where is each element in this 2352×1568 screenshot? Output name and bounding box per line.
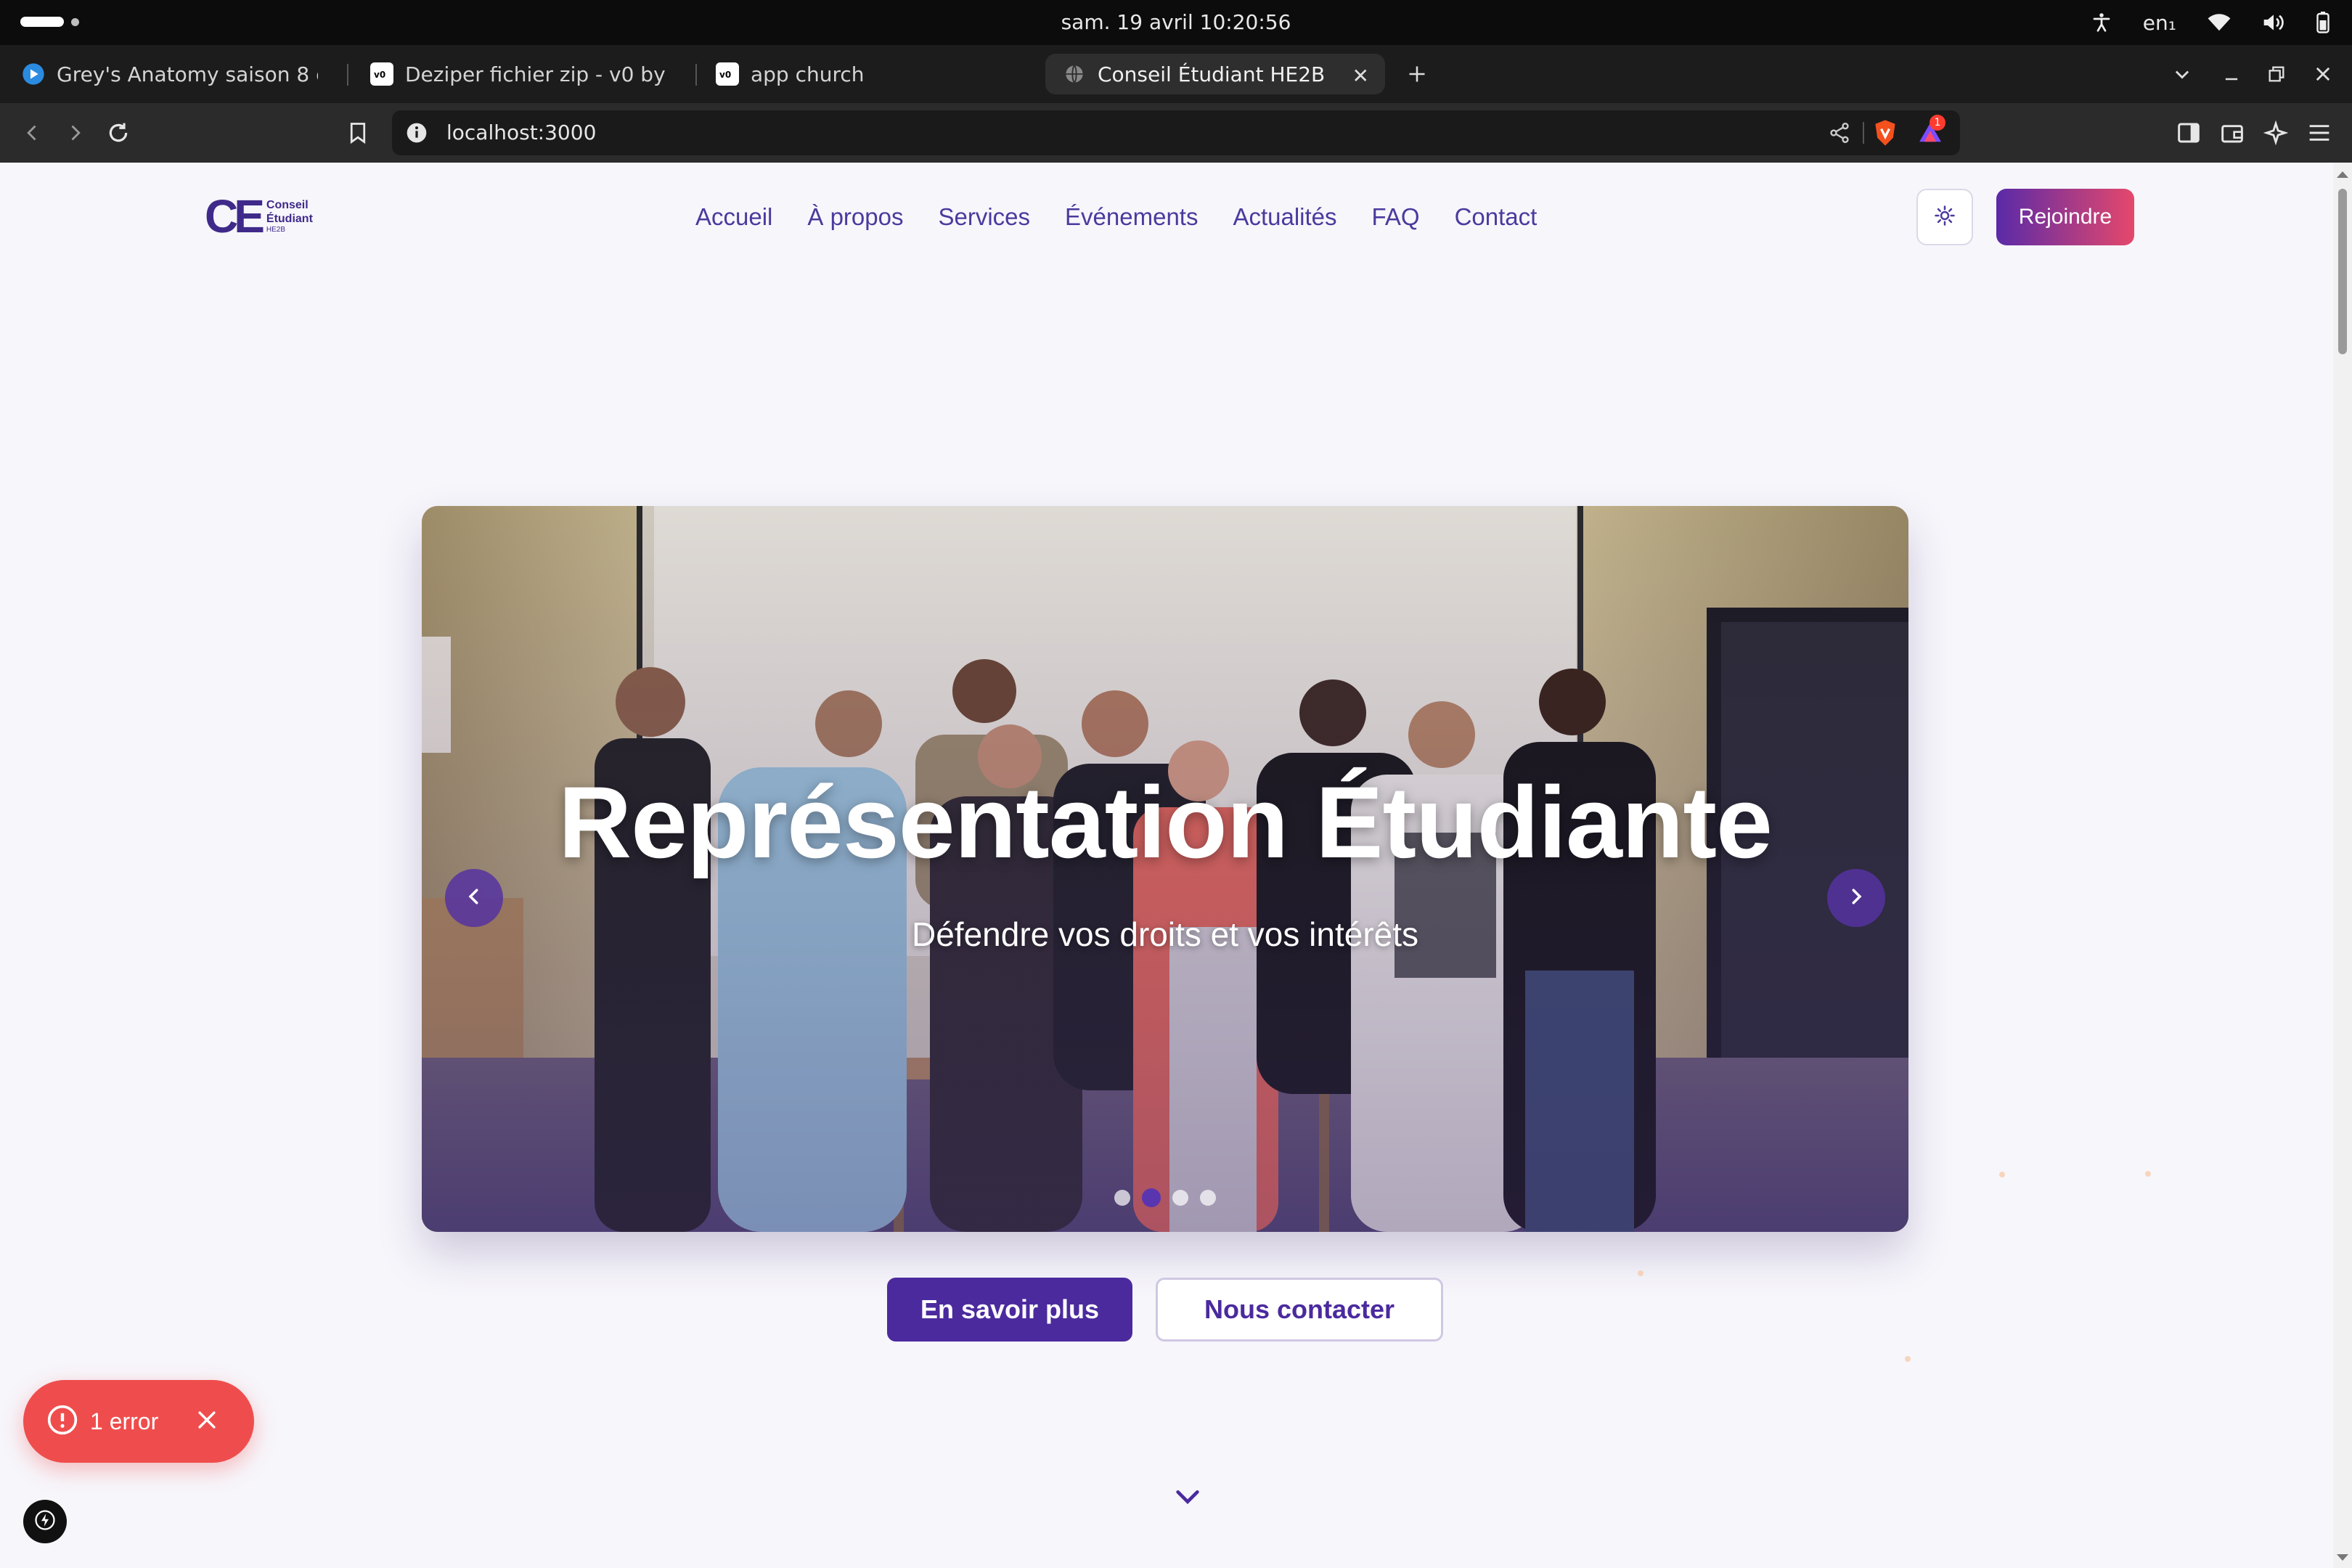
share-icon[interactable]	[1828, 121, 1851, 147]
v0-logo-icon: v0	[370, 62, 393, 86]
error-toast[interactable]: 1 error	[23, 1380, 254, 1463]
close-window-icon[interactable]	[2308, 60, 2337, 89]
accessibility-icon[interactable]	[2091, 12, 2112, 33]
hero-title: Représentation Étudiante	[558, 765, 1773, 879]
back-icon[interactable]	[17, 118, 48, 148]
svg-text:v0: v0	[719, 70, 731, 80]
browser-tab-strip: Grey's Anatomy saison 8 épi v0 Deziper f…	[0, 45, 2352, 103]
tab-separator	[347, 64, 348, 86]
nav-services[interactable]: Services	[938, 199, 1030, 235]
tab-conseil-etudiant[interactable]: Conseil Étudiant HE2B ✕	[1045, 54, 1385, 94]
new-tab-icon[interactable]	[1402, 60, 1432, 89]
contact-us-button[interactable]: Nous contacter	[1156, 1278, 1443, 1342]
bookmark-icon[interactable]	[343, 118, 373, 148]
carousel-next-button[interactable]	[1827, 869, 1885, 927]
logo-line-3: HE2B	[266, 226, 286, 234]
theme-toggle-button[interactable]	[1916, 189, 1973, 245]
carousel-prev-button[interactable]	[445, 869, 503, 927]
svg-text:v0: v0	[374, 70, 385, 80]
join-button[interactable]: Rejoindre	[1996, 189, 2134, 245]
notification-count: 1	[1930, 115, 1945, 131]
tab-separator	[695, 64, 697, 86]
nav-faq[interactable]: FAQ	[1372, 199, 1420, 235]
chevron-left-icon	[463, 886, 485, 910]
tab-deziper[interactable]: v0 Deziper fichier zip - v0 by Ve	[353, 54, 684, 94]
hero-subtitle: Défendre vos droits et vos intérêts	[912, 915, 1418, 953]
hero-carousel: Représentation Étudiante Défendre vos dr…	[422, 506, 1908, 1232]
tab-title: Deziper fichier zip - v0 by Ve	[405, 62, 666, 86]
tab-app-church[interactable]: v0 app church	[698, 54, 1029, 94]
sidebar-toggle-icon[interactable]	[2173, 118, 2204, 148]
site-logo[interactable]: CE Conseil Étudiant HE2B	[205, 193, 313, 240]
lightning-icon	[34, 1509, 56, 1534]
nav-evenements[interactable]: Événements	[1065, 199, 1198, 235]
browser-toolbar: localhost:3000 1	[0, 103, 2352, 163]
scroll-up-arrow[interactable]	[2337, 171, 2348, 178]
logo-mark: CE	[205, 190, 265, 242]
web-page: CE Conseil Étudiant HE2B Accueil À propo…	[0, 163, 2333, 1568]
decorative-sparkle	[1999, 1172, 2005, 1177]
error-count-label: 1 error	[90, 1408, 159, 1434]
system-tray: en₁	[2091, 0, 2330, 45]
tab-list-chevron-icon[interactable]	[2168, 60, 2197, 89]
reload-icon[interactable]	[103, 118, 134, 148]
sun-icon	[1934, 205, 1956, 229]
brave-shield-icon[interactable]	[1873, 119, 1898, 150]
globe-icon	[1063, 62, 1086, 86]
dev-tools-badge[interactable]	[23, 1500, 67, 1543]
nav-actualites[interactable]: Actualités	[1233, 199, 1336, 235]
decorative-sparkle	[2145, 1171, 2151, 1177]
carousel-dot-2[interactable]	[1142, 1188, 1161, 1207]
urlbar-separator	[1863, 122, 1864, 144]
logo-line-2: Étudiant	[266, 213, 313, 225]
scroll-down-chevron-icon[interactable]	[1173, 1482, 1202, 1511]
wallet-icon[interactable]	[2217, 118, 2247, 148]
keyboard-layout[interactable]: en₁	[2143, 11, 2176, 35]
url-text[interactable]: localhost:3000	[446, 110, 596, 155]
tab-title: Grey's Anatomy saison 8 épi	[57, 62, 318, 86]
system-clock[interactable]: sam. 19 avril 10:20:56	[0, 0, 2352, 45]
nav-a-propos[interactable]: À propos	[807, 199, 903, 235]
scroll-thumb[interactable]	[2338, 189, 2347, 354]
menu-icon[interactable]	[2304, 118, 2335, 148]
logo-line-1: Conseil	[266, 199, 309, 211]
close-tab-icon[interactable]: ✕	[1352, 64, 1369, 88]
tab-greys-anatomy[interactable]: Grey's Anatomy saison 8 épi	[4, 54, 335, 94]
play-circle-icon	[22, 62, 45, 86]
learn-more-button[interactable]: En savoir plus	[887, 1278, 1132, 1342]
tab-title: Conseil Étudiant HE2B	[1098, 62, 1326, 86]
minimize-icon[interactable]	[2217, 60, 2246, 89]
volume-icon[interactable]	[2262, 12, 2285, 33]
carousel-dots	[422, 1188, 1908, 1207]
nav-contact[interactable]: Contact	[1455, 199, 1538, 235]
close-icon[interactable]	[195, 1408, 219, 1435]
forward-icon[interactable]	[60, 118, 90, 148]
carousel-dot-3[interactable]	[1172, 1190, 1188, 1206]
battery-icon[interactable]	[2316, 12, 2330, 33]
chevron-right-icon	[1845, 886, 1867, 910]
os-top-bar: sam. 19 avril 10:20:56 en₁	[0, 0, 2352, 45]
address-bar[interactable]: localhost:3000 1	[392, 110, 1960, 155]
alert-circle-icon	[46, 1404, 78, 1439]
page-scrollbar[interactable]	[2333, 163, 2352, 1568]
decorative-sparkle	[1905, 1356, 1911, 1362]
scroll-down-arrow[interactable]	[2337, 1554, 2348, 1561]
main-nav: Accueil À propos Services Événements Act…	[695, 199, 1572, 235]
logo-text: Conseil Étudiant HE2B	[266, 198, 313, 234]
leo-ai-icon[interactable]	[2261, 118, 2291, 148]
tab-title: app church	[751, 62, 865, 86]
decorative-sparkle	[1638, 1270, 1643, 1276]
site-info-icon[interactable]	[405, 121, 428, 147]
nav-accueil[interactable]: Accueil	[695, 199, 772, 235]
restore-icon[interactable]	[2262, 60, 2291, 89]
carousel-dot-1[interactable]	[1114, 1190, 1130, 1206]
v0-logo-icon: v0	[716, 62, 739, 86]
wifi-icon[interactable]	[2207, 12, 2231, 33]
carousel-dot-4[interactable]	[1200, 1190, 1216, 1206]
